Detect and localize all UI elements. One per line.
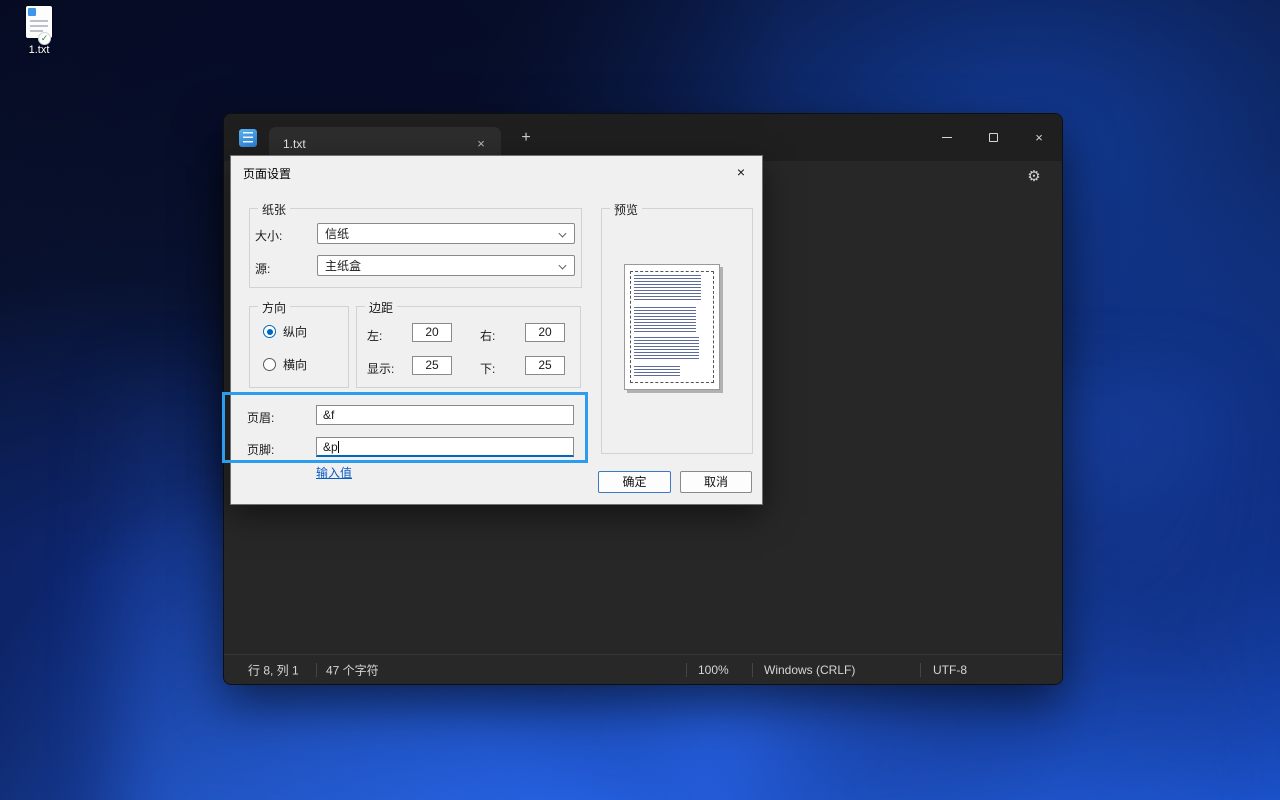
paper-source-value: 主纸盒: [325, 257, 361, 274]
header-input[interactable]: &f: [316, 405, 574, 425]
paper-size-dropdown[interactable]: 信纸: [317, 223, 575, 244]
status-zoom: 100%: [698, 663, 729, 677]
titlebar: 1.txt × + ×: [224, 114, 1062, 161]
preview-legend: 预览: [610, 201, 642, 218]
window-controls: ×: [924, 114, 1062, 161]
margin-right-label: 右:: [480, 327, 495, 344]
cancel-button[interactable]: 取消: [680, 471, 752, 493]
new-tab-button[interactable]: +: [511, 124, 541, 152]
separator: [920, 663, 921, 677]
paper-source-label: 源:: [255, 260, 270, 277]
separator: [686, 663, 687, 677]
status-bar: 行 8, 列 1 47 个字符 100% Windows (CRLF) UTF-…: [224, 654, 1062, 684]
settings-gear-icon[interactable]: ⚙: [1020, 164, 1048, 190]
text-file-icon: ✓: [26, 6, 52, 38]
footer-label: 页脚:: [247, 441, 274, 458]
margins-group: 边距 左: 20 右: 20 显示: 25 下: 25: [356, 306, 581, 388]
landscape-radio[interactable]: 横向: [263, 356, 307, 373]
preview-margin-dashes: [630, 271, 714, 383]
page-setup-dialog: 页面设置 × 纸张 大小: 信纸 源: 主纸盒 方向 纵向: [230, 155, 763, 505]
portrait-radio[interactable]: 纵向: [263, 323, 307, 340]
radio-icon: [263, 358, 276, 371]
maximize-icon: [989, 133, 998, 142]
margin-top-label: 显示:: [367, 360, 394, 377]
desktop-wallpaper: ✓ 1.txt 1.txt × + × ⚙ 行 8, 列 1 47 个字符: [0, 0, 1280, 800]
header-label: 页眉:: [247, 409, 274, 426]
desktop-file-label: 1.txt: [10, 44, 68, 56]
separator: [316, 663, 317, 677]
radio-selected-icon: [263, 325, 276, 338]
insert-values-link[interactable]: 输入值: [316, 464, 352, 481]
separator: [752, 663, 753, 677]
paper-group: 纸张 大小: 信纸 源: 主纸盒: [249, 208, 582, 288]
paper-legend: 纸张: [258, 201, 290, 218]
status-encoding: UTF-8: [933, 663, 967, 677]
dialog-title: 页面设置: [243, 165, 291, 182]
minimize-icon: [942, 137, 952, 138]
margin-left-field[interactable]: 20: [412, 323, 452, 342]
chevron-down-icon: [559, 262, 567, 270]
paper-size-label: 大小:: [255, 227, 282, 244]
margins-legend: 边距: [365, 299, 397, 316]
status-cursor-position: 行 8, 列 1: [248, 661, 299, 678]
footer-input[interactable]: &p: [316, 437, 574, 457]
preview-group: 预览: [601, 208, 753, 454]
margin-right-field[interactable]: 20: [525, 323, 565, 342]
sync-check-icon: ✓: [38, 32, 51, 45]
margin-left-label: 左:: [367, 327, 382, 344]
orientation-group: 方向 纵向 横向: [249, 306, 349, 388]
minimize-button[interactable]: [924, 114, 970, 161]
paper-source-dropdown[interactable]: 主纸盒: [317, 255, 575, 276]
paper-size-value: 信纸: [325, 225, 349, 242]
header-value: &f: [323, 408, 334, 422]
status-line-ending: Windows (CRLF): [764, 663, 855, 677]
preview-page: [624, 264, 720, 390]
margin-bottom-field[interactable]: 25: [525, 356, 565, 375]
text-caret: [338, 441, 339, 453]
chevron-down-icon: [559, 230, 567, 238]
tab-close-icon[interactable]: ×: [471, 134, 491, 154]
file-corner-decoration: [28, 8, 36, 16]
margin-top-field[interactable]: 25: [412, 356, 452, 375]
landscape-label: 横向: [283, 356, 307, 373]
portrait-label: 纵向: [283, 323, 307, 340]
ok-button[interactable]: 确定: [598, 471, 671, 493]
orientation-legend: 方向: [258, 299, 290, 316]
maximize-button[interactable]: [970, 114, 1016, 161]
tab-title: 1.txt: [283, 137, 306, 151]
dialog-close-icon[interactable]: ×: [726, 160, 756, 184]
status-char-count: 47 个字符: [326, 661, 379, 678]
notepad-app-icon: [239, 129, 257, 147]
close-button[interactable]: ×: [1016, 114, 1062, 161]
footer-value: &p: [323, 440, 338, 454]
margin-bottom-label: 下:: [480, 360, 495, 377]
desktop-file-1txt[interactable]: ✓ 1.txt: [10, 6, 68, 56]
